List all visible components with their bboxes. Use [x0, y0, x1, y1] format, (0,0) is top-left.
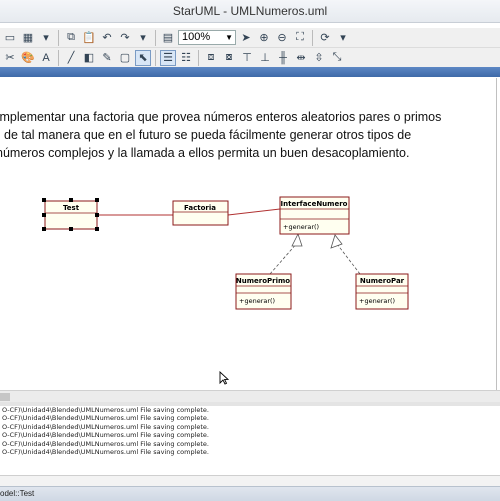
association-factoria-interface[interactable] — [227, 208, 281, 216]
zoom-in-icon[interactable]: ⊕ — [256, 30, 272, 46]
class-name-test: Test — [63, 204, 80, 212]
realization-par-interface[interactable] — [336, 243, 361, 275]
class-name-numeroprimo: NumeroPrimo — [236, 277, 290, 285]
output-panel[interactable]: O-CF)\Unidad4\Blended\UMLNumeros.uml Fil… — [0, 406, 500, 476]
toolbar-separator — [312, 29, 313, 46]
main-toolbar: ▭ ▦ ▾ ⧉ 📋 ↶ ↷ ▾ ▤ 100% ▼ ➤ ⊕ ⊖ ⛶ ⟳ ▾ — [0, 28, 500, 48]
chevron-down-icon[interactable]: ▾ — [38, 30, 54, 46]
realization-arrowhead — [291, 232, 303, 247]
distribute-icon[interactable]: ⇹ — [293, 50, 309, 66]
toolbar-separator — [58, 49, 59, 66]
select-icon[interactable]: ⬉ — [135, 49, 151, 66]
class-name-numeropar: NumeroPar — [360, 277, 405, 285]
mouse-cursor-icon — [219, 371, 229, 385]
diagram-canvas[interactable]: Implementar una factoria que provea núme… — [0, 78, 497, 390]
toolbar-separator — [198, 49, 199, 66]
operation-generar: +generar() — [359, 297, 395, 305]
order-front-icon[interactable]: ⧈ — [203, 50, 219, 66]
output-line: O-CF)\Unidad4\Blended\UMLNumeros.uml Fil… — [2, 431, 210, 440]
diagram-tab-strip[interactable] — [0, 67, 500, 77]
grid-icon[interactable]: ▦ — [20, 30, 36, 46]
paste-icon[interactable]: 📋 — [81, 30, 97, 46]
zoom-out-icon[interactable]: ⊖ — [274, 30, 290, 46]
format-toolbar: ✂ 🎨 A ╱ ◧ ✎ ▢ ⬉ ☰ ☷ ⧈ ⧇ ⊤ ⊥ ╫ ⇹ ⇳ ⤡ — [0, 48, 500, 68]
fit-icon[interactable]: ⛶ — [292, 30, 308, 46]
status-text: odel::Test — [0, 489, 35, 498]
operation-generar: +generar() — [283, 223, 319, 231]
toolbar-separator — [58, 29, 59, 46]
align-center-icon[interactable]: ╫ — [275, 50, 291, 66]
zoom-select[interactable]: 100% ▼ — [178, 30, 236, 45]
toolbar-separator — [155, 29, 156, 46]
align-right-icon[interactable]: ☷ — [178, 50, 194, 66]
align-top-icon[interactable]: ⊤ — [239, 50, 255, 66]
output-line: O-CF)\Unidad4\Blended\UMLNumeros.uml Fil… — [2, 422, 210, 431]
arrow-icon[interactable]: ➤ — [238, 30, 254, 46]
diagram-icon[interactable]: ▭ — [2, 30, 18, 46]
class-diagram: Test Factoria InterfaceNumero +generar() — [42, 196, 409, 310]
realization-primo-interface[interactable] — [269, 241, 299, 275]
realization-arrowhead — [330, 234, 343, 249]
cut-icon[interactable]: ✂ — [2, 50, 18, 66]
class-interfacenumero[interactable]: InterfaceNumero +generar() — [279, 196, 350, 235]
undo-icon[interactable]: ↶ — [99, 30, 115, 46]
color-icon[interactable]: 🎨 — [20, 50, 36, 66]
status-bar: odel::Test — [0, 486, 500, 501]
output-line: O-CF)\Unidad4\Blended\UMLNumeros.uml Fil… — [2, 439, 210, 448]
output-line: O-CF)\Unidad4\Blended\UMLNumeros.uml Fil… — [2, 406, 210, 414]
class-numeropar[interactable]: NumeroPar +generar() — [355, 273, 409, 310]
panel-gap — [0, 476, 500, 486]
output-line: O-CF)\Unidad4\Blended\UMLNumeros.uml Fil… — [2, 414, 210, 423]
scrollbar-thumb[interactable] — [0, 393, 10, 401]
class-numeroprimo[interactable]: NumeroPrimo +generar() — [235, 273, 292, 310]
resize-icon[interactable]: ⤡ — [329, 50, 345, 66]
order-back-icon[interactable]: ⧇ — [221, 50, 237, 66]
align-bottom-icon[interactable]: ⊥ — [257, 50, 273, 66]
chevron-down-icon: ▼ — [225, 33, 233, 42]
distribute-v-icon[interactable]: ⇳ — [311, 50, 327, 66]
title-bar: StarUML - UMLNumeros.uml — [0, 0, 500, 23]
class-test[interactable]: Test — [42, 198, 99, 231]
redo-icon[interactable]: ↷ — [117, 30, 133, 46]
copy-icon[interactable]: ⧉ — [63, 30, 79, 46]
class-name-factoria: Factoria — [184, 204, 216, 212]
font-icon[interactable]: A — [38, 50, 54, 66]
operation-generar: +generar() — [239, 297, 275, 305]
window-title: StarUML - UMLNumeros.uml — [172, 4, 328, 18]
chevron-down-icon[interactable]: ▾ — [135, 30, 151, 46]
class-name-interfacenumero: InterfaceNumero — [281, 200, 348, 208]
pen-icon[interactable]: ✎ — [99, 50, 115, 66]
page-icon[interactable]: ▤ — [160, 30, 176, 46]
class-factoria[interactable]: Factoria — [172, 200, 229, 226]
line-style-icon[interactable]: ╱ — [63, 50, 79, 66]
align-left-icon[interactable]: ☰ — [160, 49, 176, 66]
fill-icon[interactable]: ◧ — [81, 50, 97, 66]
refresh-icon[interactable]: ⟳ — [317, 30, 333, 46]
note-icon[interactable]: ▢ — [117, 50, 133, 66]
zoom-value: 100% — [182, 31, 211, 43]
chevron-down-icon[interactable]: ▾ — [335, 30, 351, 46]
output-line: O-CF)\Unidad4\Blended\UMLNumeros.uml Fil… — [2, 448, 210, 457]
toolbar-separator — [155, 49, 156, 66]
